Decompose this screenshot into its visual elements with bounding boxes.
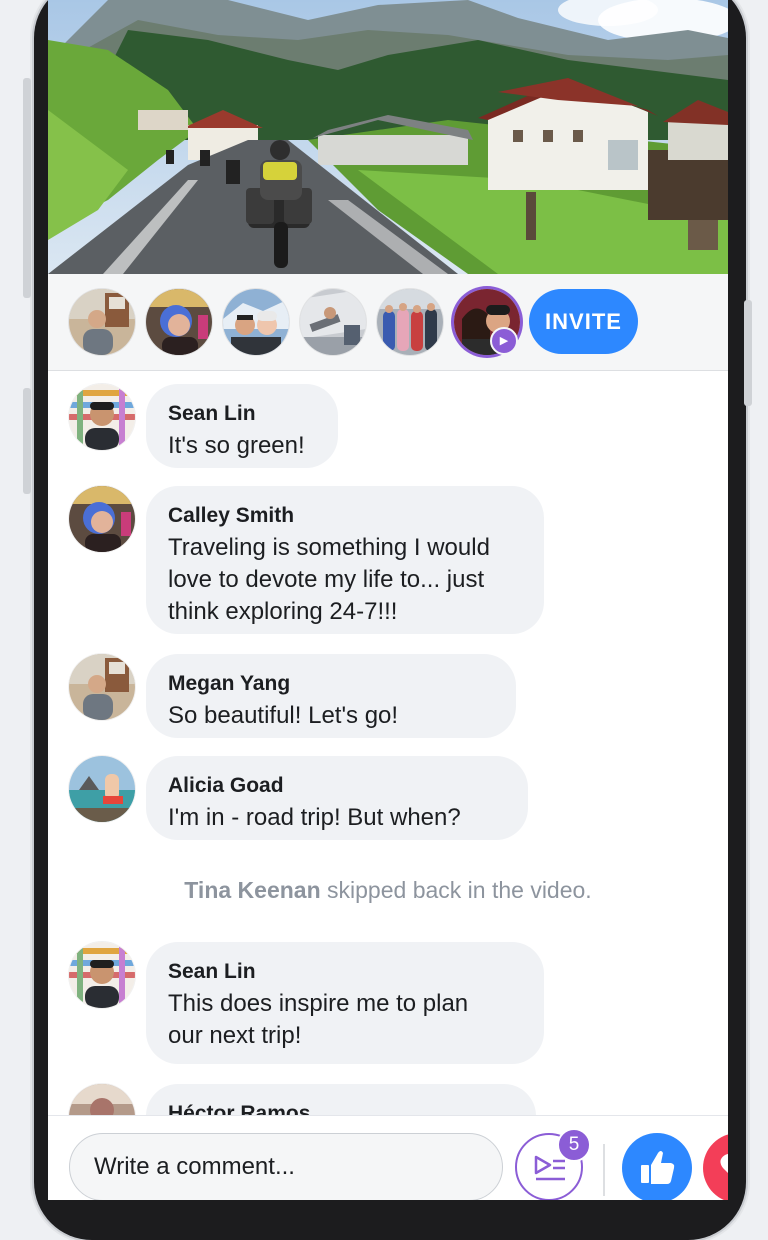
comment-author[interactable]: Héctor Ramos	[168, 1098, 514, 1115]
avatar[interactable]	[69, 942, 135, 1008]
comments-list: Sean Lin It's so green! Calley Smith Tra…	[48, 371, 728, 1115]
avatar-woman-blue-hair-icon	[146, 289, 212, 355]
comment-author[interactable]: Alicia Goad	[168, 770, 506, 802]
love-button[interactable]	[703, 1133, 728, 1200]
comment-author[interactable]: Sean Lin	[168, 956, 522, 988]
avatar[interactable]	[69, 756, 135, 822]
comment-input[interactable]	[69, 1133, 503, 1200]
comment-text: Traveling is something I would love to d…	[168, 534, 490, 625]
viewer-avatar[interactable]	[69, 289, 135, 355]
viewer-avatar[interactable]	[223, 289, 289, 355]
comment-author[interactable]: Sean Lin	[168, 398, 316, 430]
system-message: Tina Keenan skipped back in the video.	[48, 877, 728, 904]
avatar[interactable]	[69, 384, 135, 450]
screen: ▶ INVITE Sean Lin It's so green! Calley …	[48, 0, 728, 1200]
comment-bubble: Sean Lin It's so green!	[146, 384, 338, 468]
volume-up-button	[23, 78, 31, 298]
avatar-alicia-goad-icon	[69, 756, 135, 822]
comment-bubble: Megan Yang So beautiful! Let's go!	[146, 654, 516, 738]
video-frame	[48, 0, 728, 274]
system-message-text: skipped back in the video.	[320, 877, 592, 903]
composer-divider	[603, 1144, 605, 1196]
power-button	[744, 300, 752, 406]
comment-bubble: Héctor Ramos	[146, 1084, 536, 1115]
viewers-bar: ▶ INVITE	[48, 274, 728, 371]
queue-count-badge: 5	[557, 1128, 591, 1162]
avatar-waterfront-icon	[300, 289, 366, 355]
avatar[interactable]	[69, 486, 135, 552]
comment-bubble: Sean Lin This does inspire me to plan ou…	[146, 942, 544, 1064]
volume-down-button	[23, 388, 31, 494]
comment-author[interactable]: Calley Smith	[168, 500, 522, 532]
comment-author[interactable]: Megan Yang	[168, 668, 494, 700]
avatar-sean-lin-icon	[69, 384, 135, 450]
like-button[interactable]	[622, 1133, 692, 1200]
avatar-couple-selfie-icon	[223, 289, 289, 355]
avatar-hector-ramos-icon	[69, 1084, 135, 1115]
thumbs-up-icon	[641, 1151, 675, 1184]
viewer-avatar[interactable]	[377, 289, 443, 355]
comment-text: It's so green!	[168, 432, 305, 459]
live-video[interactable]	[48, 0, 728, 274]
comment-text: This does inspire me to plan our next tr…	[168, 990, 469, 1049]
system-message-name[interactable]: Tina Keenan	[184, 877, 320, 903]
avatar-sean-lin-icon	[69, 942, 135, 1008]
avatar-calley-smith-icon	[69, 486, 135, 552]
avatar-megan-yang-icon	[69, 654, 135, 720]
comment-text: I'm in - road trip! But when?	[168, 804, 461, 831]
viewer-avatar[interactable]	[300, 289, 366, 355]
avatar[interactable]	[69, 654, 135, 720]
invite-button[interactable]: INVITE	[529, 289, 638, 354]
comment-bubble: Calley Smith Traveling is something I wo…	[146, 486, 544, 634]
avatar[interactable]	[69, 1084, 135, 1115]
comment-bubble: Alicia Goad I'm in - road trip! But when…	[146, 756, 528, 840]
avatar-group-kimono-icon	[377, 289, 443, 355]
comment-text: So beautiful! Let's go!	[168, 702, 399, 729]
avatar-man-boxes-icon	[69, 289, 135, 355]
heart-icon	[720, 1153, 728, 1173]
viewer-avatar[interactable]	[146, 289, 212, 355]
play-icon: ▶	[490, 327, 518, 355]
comment-composer: 5	[48, 1115, 728, 1200]
